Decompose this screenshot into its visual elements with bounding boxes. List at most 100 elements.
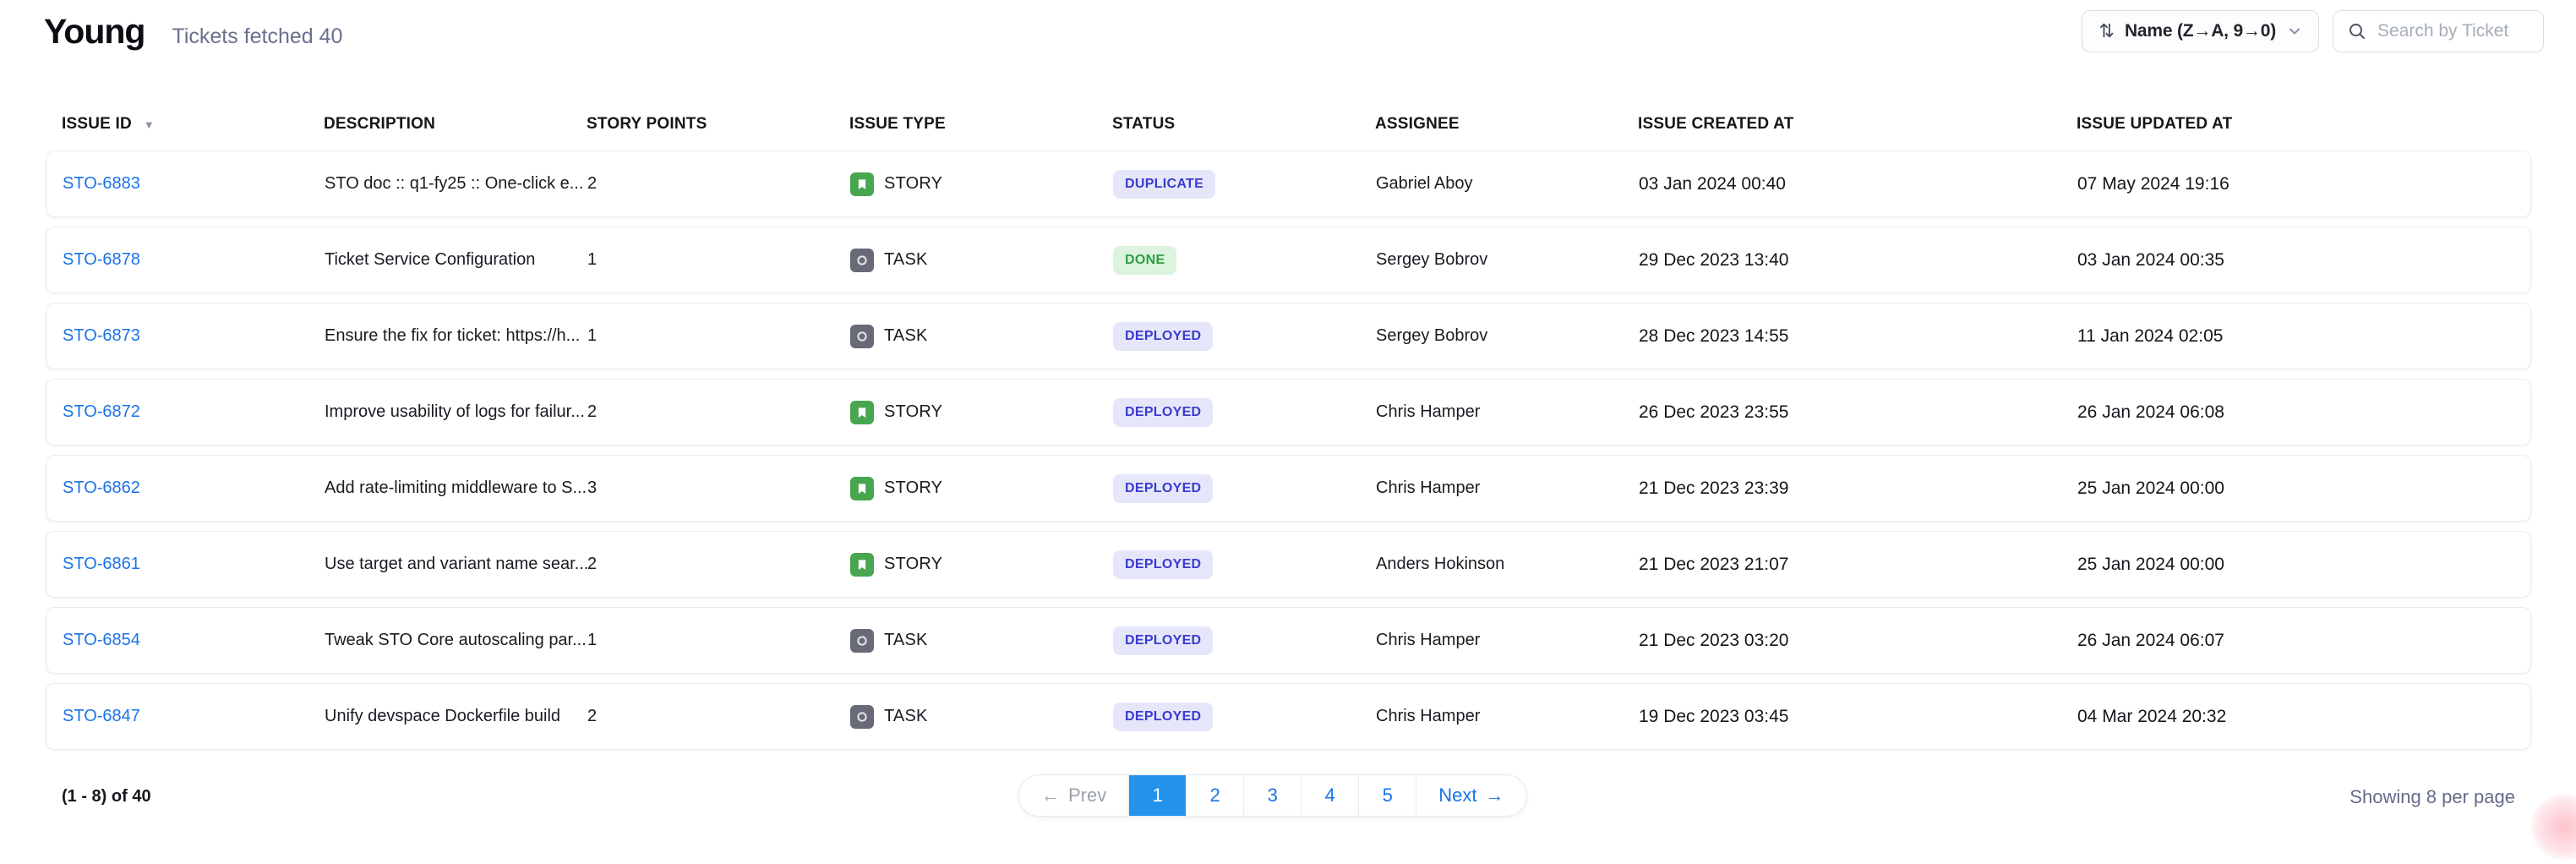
prev-page-button[interactable]: ← Prev [1019, 775, 1128, 816]
issue-type-label: TASK [884, 250, 928, 270]
status-badge: DEPLOYED [1113, 626, 1213, 655]
column-header-issue-created-at: ISSUE CREATED AT [1638, 115, 2077, 134]
issue-id-link[interactable]: STO-6883 [63, 174, 140, 193]
search-icon [2347, 21, 2367, 41]
task-icon [850, 629, 874, 653]
sort-dropdown-label: Name (Z→A, 9→0) [2125, 21, 2276, 41]
column-header-issue-updated-at: ISSUE UPDATED AT [2077, 115, 2531, 134]
column-header-issue-type: ISSUE TYPE [849, 115, 1112, 134]
updated-at-cell: 07 May 2024 19:16 [2077, 174, 2530, 194]
issue-id-link[interactable]: STO-6878 [63, 250, 140, 269]
updated-at-cell: 25 Jan 2024 00:00 [2077, 555, 2530, 575]
created-at-cell: 26 Dec 2023 23:55 [1639, 402, 2077, 423]
story-icon [850, 172, 874, 196]
description-cell: Ensure the fix for ticket: https://h... [325, 326, 587, 346]
created-at-cell: 03 Jan 2024 00:40 [1639, 174, 2077, 194]
assignee-cell: Gabriel Aboy [1376, 174, 1639, 194]
updated-at-cell: 26 Jan 2024 06:07 [2077, 631, 2530, 651]
page-button-4[interactable]: 4 [1301, 775, 1358, 816]
updated-at-cell: 04 Mar 2024 20:32 [2077, 707, 2530, 727]
top-bar: Young Tickets fetched 40 ⇅ Name (Z→A, 9→… [0, 0, 2576, 78]
issue-id-link[interactable]: STO-6873 [63, 326, 140, 345]
issue-id-link[interactable]: STO-6872 [63, 402, 140, 421]
created-at-cell: 29 Dec 2023 13:40 [1639, 250, 2077, 271]
chevron-down-icon [2286, 23, 2303, 40]
page-button-2[interactable]: 2 [1186, 775, 1243, 816]
created-at-cell: 21 Dec 2023 23:39 [1639, 478, 2077, 499]
sort-arrows-icon: ⇅ [2099, 22, 2115, 41]
task-icon [850, 325, 874, 348]
status-badge: DEPLOYED [1113, 398, 1213, 427]
issue-type-label: TASK [884, 707, 928, 726]
page-button-1[interactable]: 1 [1128, 775, 1186, 816]
table-row: STO-6878 Ticket Service Configuration 1 … [46, 227, 2531, 293]
next-label: Next [1438, 785, 1476, 807]
arrow-right-icon: → [1486, 785, 1504, 807]
story-points-cell: 2 [587, 707, 850, 726]
column-header-issue-id[interactable]: ISSUE ID ▼ [62, 115, 324, 134]
table-row: STO-6873 Ensure the fix for ticket: http… [46, 303, 2531, 369]
sort-dropdown[interactable]: ⇅ Name (Z→A, 9→0) [2082, 10, 2319, 52]
title-group: Young Tickets fetched 40 [44, 12, 342, 52]
status-badge: DUPLICATE [1113, 170, 1215, 199]
issue-type-label: STORY [884, 478, 942, 498]
issue-id-link[interactable]: STO-6862 [63, 478, 140, 497]
pagination-bar: (1 - 8) of 40 ← Prev 12345 Next → Showin… [46, 774, 2530, 820]
assignee-cell: Sergey Bobrov [1376, 250, 1639, 270]
assignee-cell: Chris Hamper [1376, 631, 1639, 650]
assignee-cell: Chris Hamper [1376, 478, 1639, 498]
issue-id-link[interactable]: STO-6854 [63, 631, 140, 649]
issue-id-link[interactable]: STO-6847 [63, 707, 140, 725]
table-row: STO-6847 Unify devspace Dockerfile build… [46, 683, 2531, 750]
created-at-cell: 28 Dec 2023 14:55 [1639, 326, 2077, 347]
story-points-cell: 1 [587, 250, 850, 270]
story-icon [850, 477, 874, 500]
result-range-label: (1 - 8) of 40 [62, 787, 151, 807]
next-page-button[interactable]: Next → [1416, 775, 1525, 816]
story-points-cell: 3 [587, 478, 850, 498]
issue-type-label: TASK [884, 631, 928, 650]
story-points-cell: 1 [587, 326, 850, 346]
description-cell: STO doc :: q1-fy25 :: One-click e... [325, 174, 587, 194]
column-header-status: STATUS [1112, 115, 1375, 134]
story-icon [850, 401, 874, 424]
assignee-cell: Anders Hokinson [1376, 555, 1639, 574]
pager: ← Prev 12345 Next → [1018, 774, 1527, 817]
story-points-cell: 2 [587, 555, 850, 574]
arrow-left-icon: ← [1041, 785, 1060, 807]
table-row: STO-6861 Use target and variant name sea… [46, 531, 2531, 598]
story-points-cell: 1 [587, 631, 850, 650]
table-row: STO-6854 Tweak STO Core autoscaling par.… [46, 607, 2531, 674]
issue-type-cell: STORY [850, 553, 1113, 577]
search-input[interactable] [2377, 21, 2530, 41]
page-button-3[interactable]: 3 [1243, 775, 1301, 816]
description-cell: Unify devspace Dockerfile build [325, 707, 587, 726]
created-at-cell: 21 Dec 2023 03:20 [1639, 631, 2077, 651]
issue-type-cell: STORY [850, 172, 1113, 196]
story-icon [850, 553, 874, 577]
description-cell: Ticket Service Configuration [325, 250, 587, 270]
column-header-label: ISSUE ID [62, 115, 132, 134]
per-page-label: Showing 8 per page [2350, 786, 2515, 808]
updated-at-cell: 11 Jan 2024 02:05 [2077, 326, 2530, 347]
issue-type-label: STORY [884, 555, 942, 574]
issue-type-cell: TASK [850, 249, 1113, 272]
status-badge: DEPLOYED [1113, 703, 1213, 731]
issue-type-label: STORY [884, 174, 942, 194]
page-button-5[interactable]: 5 [1358, 775, 1416, 816]
description-cell: Add rate-limiting middleware to S... [325, 478, 587, 498]
ticket-list-page: Young Tickets fetched 40 ⇅ Name (Z→A, 9→… [0, 0, 2576, 864]
description-cell: Tweak STO Core autoscaling par... [325, 631, 587, 650]
issue-type-label: STORY [884, 402, 942, 422]
status-badge: DEPLOYED [1113, 474, 1213, 503]
issue-type-label: TASK [884, 326, 928, 346]
assignee-cell: Sergey Bobrov [1376, 326, 1639, 346]
table-body: STO-6883 STO doc :: q1-fy25 :: One-click… [46, 150, 2531, 750]
issue-type-cell: TASK [850, 629, 1113, 653]
sort-caret-icon: ▼ [144, 118, 155, 131]
task-icon [850, 249, 874, 272]
issue-id-link[interactable]: STO-6861 [63, 555, 140, 573]
task-icon [850, 705, 874, 729]
status-badge: DEPLOYED [1113, 322, 1213, 351]
description-cell: Improve usability of logs for failur... [325, 402, 587, 422]
